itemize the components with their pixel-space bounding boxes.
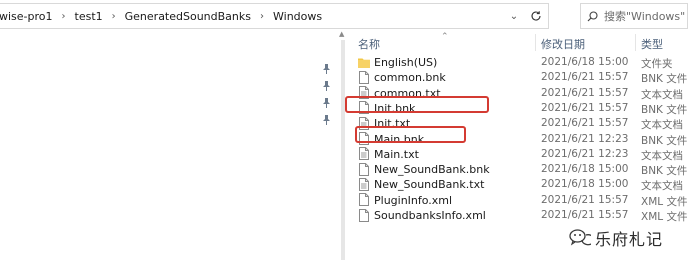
watermark: 乐府札记 xyxy=(569,226,663,250)
file-name[interactable]: common.bnk xyxy=(374,71,446,84)
wechat-logo xyxy=(569,229,591,246)
file-icon xyxy=(358,162,370,176)
chevron-right-icon: › xyxy=(61,10,66,22)
file-modified-date: 2021/6/18 15:00 xyxy=(541,56,629,68)
file-row[interactable]: New_SoundBank.bnk 2021/6/18 15:00 BNK 文件 xyxy=(0,162,690,178)
file-row[interactable]: common.bnk 2021/6/21 15:57 BNK 文件 xyxy=(0,70,690,86)
file-name[interactable]: English(US) xyxy=(374,56,437,69)
file-modified-date: 2021/6/21 15:57 xyxy=(541,101,629,114)
file-type: 文本文档 xyxy=(641,119,683,132)
breadcrumb-item-test1[interactable]: test1 xyxy=(71,10,107,23)
file-modified-date: 2021/6/21 12:23 xyxy=(541,147,629,160)
breadcrumb-item-wwise-pro1[interactable]: wwise-pro1 xyxy=(0,10,57,23)
file-type: XML 文件 xyxy=(641,195,688,208)
file-type: 文本文档 xyxy=(641,180,683,193)
file-modified-date: 2021/6/18 15:00 xyxy=(541,163,629,176)
folder-icon xyxy=(358,55,370,69)
refresh-button[interactable] xyxy=(524,4,548,28)
file-modified-date: 2021/6/21 15:57 xyxy=(541,193,629,206)
file-type: BNK 文件 xyxy=(641,165,688,178)
sort-ascending-icon: ⌃ xyxy=(441,32,449,42)
search-input[interactable]: 搜索"Windows" xyxy=(604,8,685,24)
file-row[interactable]: PluginInfo.xml 2021/6/21 15:57 XML 文件 xyxy=(0,193,690,209)
file-row[interactable]: Main.bnk 2021/6/21 12:23 BNK 文件 xyxy=(0,132,690,148)
breadcrumb: wwise-pro1 › test1 › GeneratedSoundBanks… xyxy=(0,4,326,28)
file-icon xyxy=(358,193,370,207)
column-header-row: ⌃ 名称 修改日期 类型 xyxy=(0,32,690,52)
highlight-box-main-bnk xyxy=(355,126,466,143)
file-icon xyxy=(358,208,370,222)
file-type: 文本文档 xyxy=(641,149,683,162)
column-divider[interactable] xyxy=(635,34,636,51)
column-divider[interactable] xyxy=(535,34,536,51)
file-row[interactable]: SoundbanksInfo.xml 2021/6/21 15:57 XML 文件 xyxy=(0,208,690,224)
file-name[interactable]: New_SoundBank.txt xyxy=(374,178,484,191)
refresh-icon xyxy=(531,11,541,21)
file-type: 文件夹 xyxy=(641,58,673,70)
file-name[interactable]: New_SoundBank.bnk xyxy=(374,163,490,176)
watermark-text: 乐府札记 xyxy=(595,230,664,249)
file-type: BNK 文件 xyxy=(641,103,688,116)
file-name[interactable]: SoundbanksInfo.xml xyxy=(374,209,486,222)
highlight-box-init-bnk xyxy=(345,96,489,113)
file-modified-date: 2021/6/18 15:00 xyxy=(541,178,629,191)
file-modified-date: 2021/6/21 15:57 xyxy=(541,209,629,221)
search-icon xyxy=(587,10,598,21)
file-modified-date: 2021/6/21 15:57 xyxy=(541,117,629,130)
text-file-icon xyxy=(358,177,370,191)
search-box[interactable]: 搜索"Windows" xyxy=(580,3,688,29)
file-type: BNK 文件 xyxy=(641,73,688,86)
file-row[interactable]: Init.txt 2021/6/21 15:57 文本文档 xyxy=(0,116,690,132)
column-header-type[interactable]: 类型 xyxy=(641,36,663,52)
file-type: 文本文档 xyxy=(641,88,683,101)
file-row[interactable]: English(US) 2021/6/18 15:00 文件夹 xyxy=(0,55,690,71)
file-row[interactable]: Main.txt 2021/6/21 12:23 文本文档 xyxy=(0,147,690,163)
file-icon xyxy=(358,70,370,84)
chevron-down-icon: ⌄ xyxy=(509,10,519,22)
file-type: XML 文件 xyxy=(641,211,688,223)
address-bar[interactable]: wwise-pro1 › test1 › GeneratedSoundBanks… xyxy=(0,3,549,29)
file-name[interactable]: PluginInfo.xml xyxy=(374,194,452,207)
file-name[interactable]: Main.txt xyxy=(374,148,419,161)
breadcrumb-item-windows[interactable]: Windows xyxy=(269,10,326,23)
column-header-date[interactable]: 修改日期 xyxy=(541,36,585,52)
chevron-right-icon: › xyxy=(260,10,264,22)
column-header-name[interactable]: 名称 xyxy=(358,36,380,52)
file-modified-date: 2021/6/21 12:23 xyxy=(541,132,629,145)
text-file-icon xyxy=(358,147,370,161)
chevron-right-icon: › xyxy=(111,10,116,22)
file-modified-date: 2021/6/21 15:57 xyxy=(541,71,629,84)
file-modified-date: 2021/6/21 15:57 xyxy=(541,86,629,99)
address-history-dropdown[interactable]: ⌄ xyxy=(505,4,523,28)
breadcrumb-item-generatedsoundbanks[interactable]: GeneratedSoundBanks xyxy=(121,10,255,23)
file-type: BNK 文件 xyxy=(641,134,688,147)
file-row[interactable]: New_SoundBank.txt 2021/6/18 15:00 文本文档 xyxy=(0,177,690,193)
